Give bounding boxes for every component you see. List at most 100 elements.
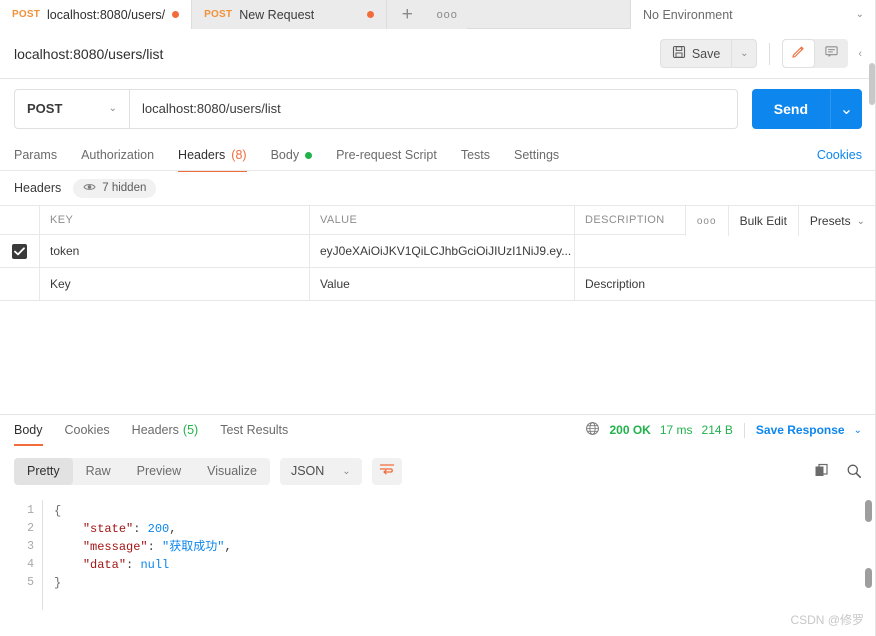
headers-more-button[interactable]: ooo xyxy=(684,206,728,236)
unsaved-dot-icon xyxy=(367,11,375,18)
pencil-icon xyxy=(791,44,806,64)
response-tab-test-results[interactable]: Test Results xyxy=(220,415,288,445)
response-meta: 200 OK 17 ms 214 B Save Response ⌄ xyxy=(585,415,862,445)
word-wrap-button[interactable] xyxy=(371,457,402,485)
line-number: 4 xyxy=(27,558,34,571)
comments-button[interactable] xyxy=(815,39,848,68)
send-button[interactable]: Send xyxy=(751,88,830,129)
hidden-headers-toggle[interactable]: 7 hidden xyxy=(73,178,157,198)
watermark: CSDN @修罗 xyxy=(790,613,864,627)
new-key-input[interactable]: Key xyxy=(40,268,310,300)
request-tab-2[interactable]: POST New Request xyxy=(192,0,388,29)
response-time: 17 ms xyxy=(659,423,693,437)
tab-label: Cookies xyxy=(64,423,110,437)
tab-method-label: POST xyxy=(204,9,233,20)
chevron-down-icon: ⌄ xyxy=(856,215,865,227)
response-tab-headers[interactable]: Headers (5) xyxy=(132,415,199,445)
search-icon[interactable] xyxy=(846,463,862,479)
table-row[interactable]: token eyJ0eXAiOiJKV1QiLCJhbGciOiJIUzI1Ni… xyxy=(0,235,876,268)
save-button-group: Save ⌄ xyxy=(659,39,758,68)
row-checkbox-cell xyxy=(0,268,40,300)
tab-label: Test Results xyxy=(220,423,289,437)
chevron-down-icon: ⌄ xyxy=(740,48,749,59)
chevron-down-icon: ⌄ xyxy=(839,100,854,118)
request-header-bar: localhost:8080/users/list Save ⌄ ‹ xyxy=(0,29,876,79)
code-scrollbar-thumb-top[interactable] xyxy=(865,500,872,522)
new-value-input[interactable]: Value xyxy=(310,268,575,300)
viewer-mode-raw[interactable]: Raw xyxy=(73,458,124,485)
tab-authorization[interactable]: Authorization xyxy=(81,140,154,170)
tab-label: Tests xyxy=(460,148,490,162)
viewer-mode-preview[interactable]: Preview xyxy=(124,458,194,485)
send-options-button[interactable]: ⌄ xyxy=(830,88,862,129)
save-response-button[interactable]: Save Response xyxy=(756,423,845,437)
tab-headers[interactable]: Headers (8) xyxy=(178,140,247,172)
headers-table-actions: ooo Bulk Edit Presets ⌄ xyxy=(684,206,876,236)
tab-count: (5) xyxy=(182,423,199,437)
row-checkbox-cell xyxy=(0,235,40,267)
presets-button[interactable]: Presets ⌄ xyxy=(797,206,876,236)
code-line: } xyxy=(54,576,62,590)
chevron-down-icon[interactable]: ⌄ xyxy=(854,425,862,436)
column-value: VALUE xyxy=(310,206,575,234)
request-section-tabs: Params Authorization Headers (8) Body Pr… xyxy=(0,140,876,172)
response-tab-cookies[interactable]: Cookies xyxy=(65,415,110,445)
save-button[interactable]: Save xyxy=(659,39,732,68)
code-scrollbar-thumb-bottom[interactable] xyxy=(865,568,872,588)
bulk-edit-button[interactable]: Bulk Edit xyxy=(727,206,798,236)
tab-options-button[interactable]: ooo xyxy=(427,0,468,29)
row-key[interactable]: token xyxy=(40,235,310,267)
column-key: KEY xyxy=(40,206,310,234)
viewer-mode-visualize[interactable]: Visualize xyxy=(194,458,270,485)
url-value: localhost:8080/users/list xyxy=(142,101,281,116)
tab-bar-filler xyxy=(467,0,630,29)
request-tab-1[interactable]: POST localhost:8080/users/ xyxy=(0,0,193,29)
row-description[interactable] xyxy=(575,235,876,267)
response-format-select[interactable]: JSON ⌄ xyxy=(279,457,362,485)
tab-label: Params xyxy=(14,148,58,162)
tab-label: Body xyxy=(270,148,300,162)
tab-tests[interactable]: Tests xyxy=(461,140,490,170)
postman-window: POST localhost:8080/users/ POST New Requ… xyxy=(0,0,876,636)
headers-subheader: Headers 7 hidden xyxy=(0,171,876,205)
tab-bar: POST localhost:8080/users/ POST New Requ… xyxy=(0,0,876,29)
tab-settings[interactable]: Settings xyxy=(514,140,559,170)
url-bar: POST ⌄ localhost:8080/users/list Send ⌄ xyxy=(0,79,876,138)
tab-pre-request-script[interactable]: Pre-request Script xyxy=(336,140,437,170)
code-line: "message": "获取成功", xyxy=(82,540,232,554)
response-tab-body[interactable]: Body xyxy=(14,415,43,446)
edit-mode-button[interactable] xyxy=(782,39,816,68)
comment-icon xyxy=(824,44,839,64)
headers-section-label: Headers xyxy=(14,181,62,195)
response-body-code[interactable]: { "state": 200, "message": "获取成功", "data… xyxy=(42,496,876,636)
tab-label: Authorization xyxy=(81,148,155,162)
send-button-group: Send ⌄ xyxy=(751,88,862,129)
floppy-disk-icon xyxy=(672,45,686,62)
presets-label: Presets xyxy=(809,214,851,228)
viewer-mode-pretty[interactable]: Pretty xyxy=(14,457,73,485)
tab-body[interactable]: Body xyxy=(271,140,313,170)
url-input[interactable]: localhost:8080/users/list xyxy=(129,88,738,129)
meta-divider xyxy=(743,422,745,438)
globe-icon xyxy=(585,421,600,439)
http-method-select[interactable]: POST ⌄ xyxy=(14,88,129,129)
response-body-viewer[interactable]: 1 2 3 4 5 { "state": 200, "message": "获取… xyxy=(0,496,876,636)
cookies-link[interactable]: Cookies xyxy=(817,140,862,170)
save-options-button[interactable]: ⌄ xyxy=(731,39,758,68)
new-description-input[interactable]: Description xyxy=(575,268,876,300)
viewer-mode-group: Pretty Raw Preview Visualize xyxy=(14,457,270,485)
code-line: "state": 200, xyxy=(82,522,177,536)
line-number: 5 xyxy=(27,576,34,589)
row-value[interactable]: eyJ0eXAiOiJKV1QiLCJhbGciOiJIUzI1NiJ9.ey.… xyxy=(310,235,575,267)
tab-params[interactable]: Params xyxy=(14,140,57,170)
environment-selector[interactable]: No Environment ⌄ xyxy=(630,0,876,29)
row-checkbox[interactable] xyxy=(12,243,27,259)
new-tab-button[interactable]: + xyxy=(387,0,428,29)
table-row-empty[interactable]: Key Value Description xyxy=(0,268,876,301)
panel-collapse-chevron-icon[interactable]: ‹ xyxy=(858,48,862,60)
http-method-label: POST xyxy=(27,101,63,116)
tab-title: New Request xyxy=(239,7,315,22)
copy-icon[interactable] xyxy=(814,463,830,479)
environment-label: No Environment xyxy=(643,7,733,22)
tab-label: Headers xyxy=(131,423,179,437)
